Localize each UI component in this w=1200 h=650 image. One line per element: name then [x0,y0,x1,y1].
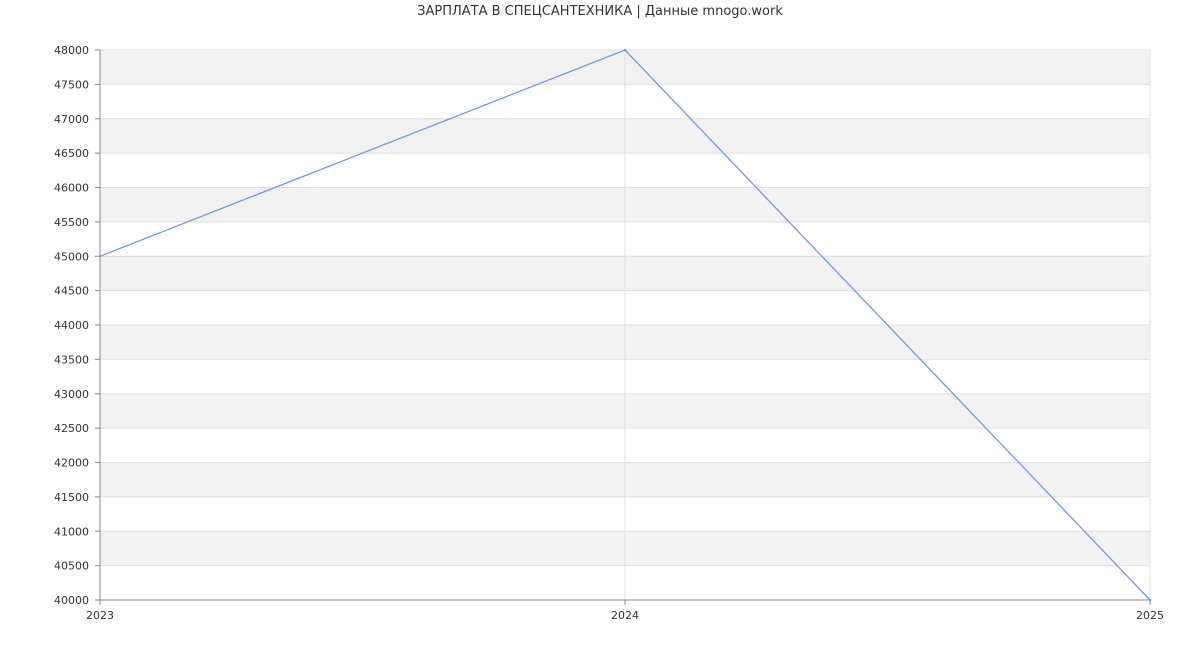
y-tick-label: 44000 [54,319,89,332]
y-tick-label: 42500 [54,422,89,435]
x-tick-labels: 2023 2024 2025 [86,609,1164,622]
y-tick-label: 44500 [54,285,89,298]
x-tick-label: 2025 [1136,609,1164,622]
y-tick-label: 41500 [54,491,89,504]
y-tick-label: 47500 [54,78,89,91]
y-tick-label: 47000 [54,113,89,126]
y-tick-label: 46000 [54,182,89,195]
line-chart: 40000 40500 41000 41500 42000 42500 43000 43500… [54,44,1164,622]
y-tick-label: 45500 [54,216,89,229]
y-tick-label: 43000 [54,388,89,401]
y-tick-label: 40500 [54,560,89,573]
data-point [623,48,627,52]
y-tick-label: 48000 [54,44,89,57]
data-point [1148,598,1152,602]
data-point [98,255,102,258]
y-tick-label: 41000 [54,525,89,538]
x-tick-label: 2023 [86,609,114,622]
x-tick-label: 2024 [611,609,639,622]
y-tick-label: 43500 [54,353,89,366]
y-tick-label: 45000 [54,250,89,263]
y-tick-label: 46500 [54,147,89,160]
y-tick-label: 42000 [54,457,89,470]
y-tick-label: 40000 [54,594,89,607]
y-tick-labels: 40000 40500 41000 41500 42000 42500 43000 43500… [54,44,89,607]
